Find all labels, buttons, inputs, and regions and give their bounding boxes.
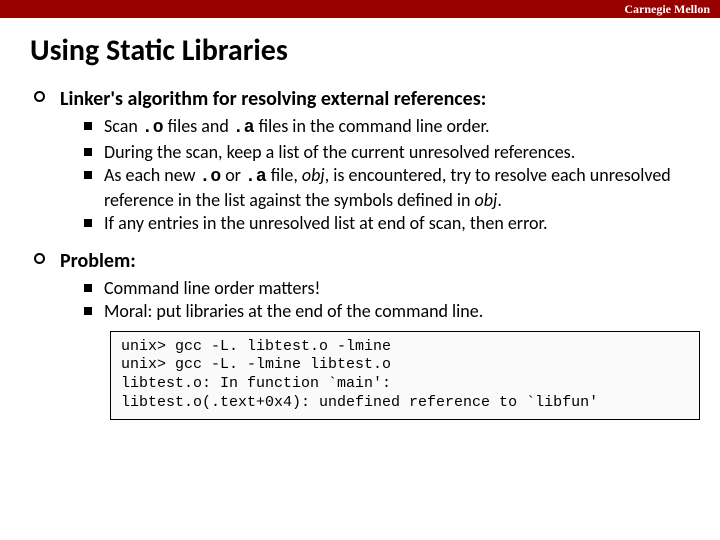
list-item: During the scan, keep a list of the curr… [84, 141, 690, 164]
code-fragment: .a [233, 118, 255, 138]
section-problem: Problem: Command line order matters! Mor… [34, 249, 690, 420]
code-fragment: .a [245, 167, 267, 187]
text-fragment: files and [164, 115, 233, 137]
text-fragment: If any entries in the unresolved list at… [104, 212, 548, 234]
bullet-list: Linker's algorithm for resolving externa… [30, 87, 690, 420]
slide-content: Using Static Libraries Linker's algorith… [0, 18, 720, 444]
list-item: If any entries in the unresolved list at… [84, 212, 690, 235]
text-fragment: During the scan, keep a list of the curr… [104, 141, 575, 163]
sub-list: Command line order matters! Moral: put l… [60, 277, 690, 323]
italic-fragment: obj [302, 164, 325, 186]
list-item: Command line order matters! [84, 277, 690, 300]
text-fragment: Scan [104, 115, 142, 137]
italic-fragment: obj [475, 189, 498, 211]
section-heading: Linker's algorithm for resolving externa… [60, 87, 486, 111]
top-bar: Carnegie Mellon [0, 0, 720, 18]
text-fragment: or [221, 164, 245, 186]
slide-title: Using Static Libraries [30, 32, 690, 69]
text-fragment: Moral: put libraries at the end of the c… [104, 300, 483, 322]
text-fragment: . [497, 189, 502, 211]
code-fragment: .o [142, 118, 164, 138]
text-fragment: Command line order matters! [104, 277, 320, 299]
institution-label: Carnegie Mellon [624, 2, 710, 17]
code-block: unix> gcc -L. libtest.o -lmine unix> gcc… [110, 331, 700, 420]
list-item: Scan .o files and .a files in the comman… [84, 115, 690, 140]
text-fragment: As each new [104, 164, 200, 186]
section-linker-algorithm: Linker's algorithm for resolving externa… [34, 87, 690, 235]
text-fragment: file, [267, 164, 302, 186]
code-fragment: .o [200, 167, 222, 187]
section-heading: Problem: [60, 249, 136, 273]
text-fragment: files in the command line order. [255, 115, 490, 137]
list-item: Moral: put libraries at the end of the c… [84, 300, 690, 323]
list-item: As each new .o or .a file, obj, is encou… [84, 164, 690, 211]
sub-list: Scan .o files and .a files in the comman… [60, 115, 690, 235]
